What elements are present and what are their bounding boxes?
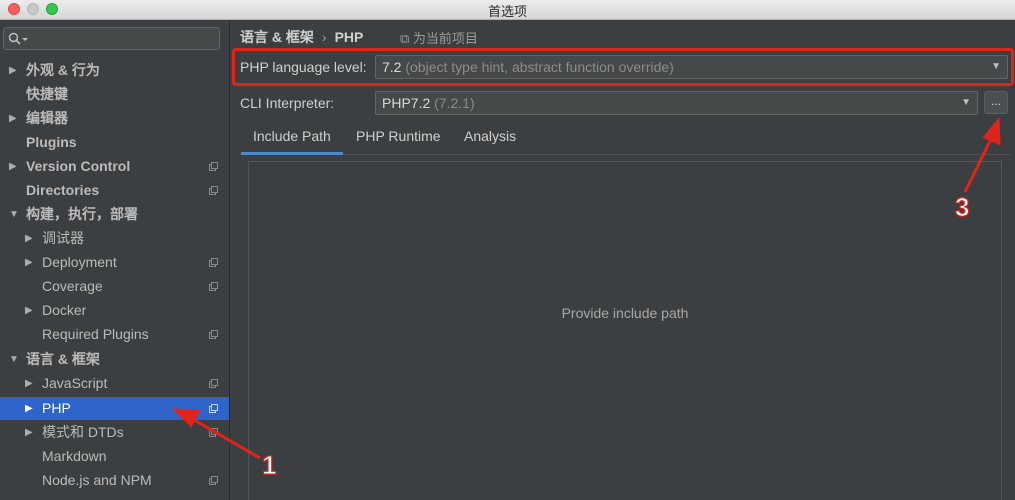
annotation-arrow-1 (188, 415, 261, 460)
annotation-number-3: 3 (954, 192, 970, 223)
annotation-number-1: 1 (261, 450, 277, 481)
annotation-arrow-3 (963, 134, 995, 193)
annotation-arrows (172, 116, 1001, 460)
annotation-arrowhead-1 (172, 408, 201, 428)
annotation-arrowhead-3 (982, 116, 1001, 146)
